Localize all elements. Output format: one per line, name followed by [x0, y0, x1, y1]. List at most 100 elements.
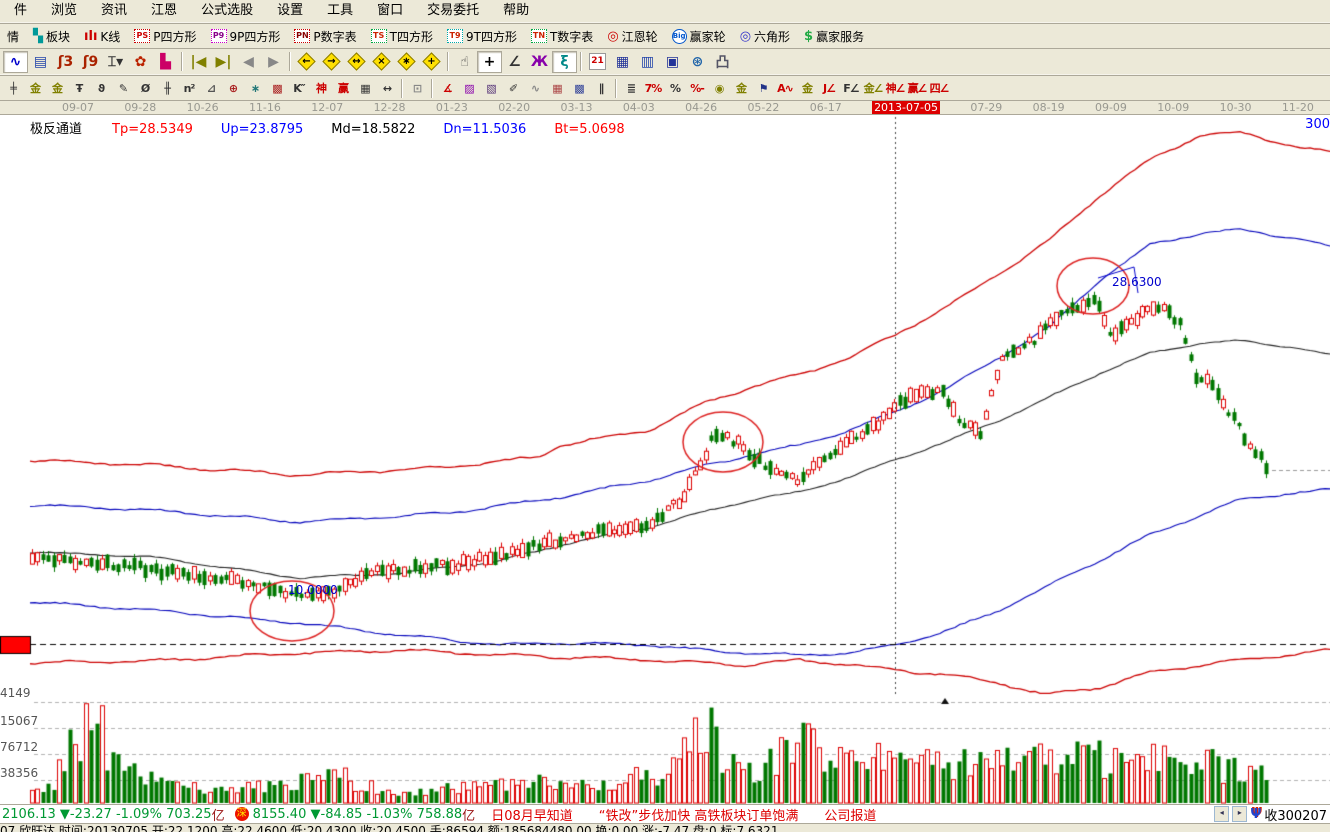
- f-angle-icon[interactable]: F∠: [840, 78, 862, 98]
- tally-icon[interactable]: ╫: [156, 78, 178, 98]
- pct-line-icon[interactable]: %-: [686, 78, 708, 98]
- flag-pen-icon[interactable]: ⚑: [752, 78, 774, 98]
- menu-item[interactable]: 设置: [265, 0, 315, 22]
- menu-item[interactable]: 浏览: [39, 0, 89, 22]
- t-square-button[interactable]: TST四方形: [364, 25, 440, 47]
- ying-icon[interactable]: 赢: [332, 78, 354, 98]
- date-tick[interactable]: 09-09: [1095, 101, 1127, 114]
- ticker-prev-button[interactable]: ◂: [1214, 806, 1229, 822]
- ticker-next-button[interactable]: ▸: [1232, 806, 1247, 822]
- date-tick[interactable]: 10-30: [1220, 101, 1252, 114]
- span-arrow-icon[interactable]: ↔: [376, 78, 398, 98]
- hand-tool-icon[interactable]: ☝: [452, 51, 477, 73]
- menu-item[interactable]: 工具: [315, 0, 365, 22]
- ruler-icon[interactable]: ≣: [620, 78, 642, 98]
- price-chart[interactable]: [0, 115, 1330, 804]
- p-square-button[interactable]: PSP四方形: [127, 25, 203, 47]
- grid-corner-icon[interactable]: ▩: [568, 78, 590, 98]
- si-angle-icon[interactable]: 四∠: [928, 78, 950, 98]
- date-tick[interactable]: 07-29: [970, 101, 1002, 114]
- pct7-icon[interactable]: 7%: [642, 78, 664, 98]
- t-table-button[interactable]: TNT数字表: [524, 25, 600, 47]
- candle-type-icon[interactable]: ⌶▾: [103, 51, 128, 73]
- calendar-icon[interactable]: 21: [585, 51, 610, 73]
- next-page-icon[interactable]: ▶: [261, 51, 286, 73]
- axis-shift-icon[interactable]: ╪: [2, 78, 24, 98]
- gann-flower-icon[interactable]: Ж: [527, 51, 552, 73]
- first-page-icon[interactable]: |◀: [186, 51, 211, 73]
- p-table-button[interactable]: PNP数字表: [287, 25, 363, 47]
- gold-line-icon[interactable]: 金: [730, 78, 752, 98]
- date-tick[interactable]: 10-09: [1157, 101, 1189, 114]
- trend-pen-icon[interactable]: ✐: [502, 78, 524, 98]
- 9p-square-button[interactable]: P99P四方形: [204, 25, 288, 47]
- date-tick[interactable]: 03-13: [561, 101, 593, 114]
- scribble-icon[interactable]: ξ: [552, 51, 577, 73]
- j-angle-icon[interactable]: J∠: [818, 78, 840, 98]
- date-tick[interactable]: 09-28: [124, 101, 156, 114]
- diamond-left-icon[interactable]: ←: [294, 51, 319, 73]
- gold-angle-icon[interactable]: 金∠: [862, 78, 884, 98]
- date-tick[interactable]: 04-03: [623, 101, 655, 114]
- grid-dot-icon[interactable]: ▦: [546, 78, 568, 98]
- hexagon-button[interactable]: ◎六角形: [733, 25, 797, 47]
- shen-icon[interactable]: 神: [310, 78, 332, 98]
- calculator-icon[interactable]: ▦: [610, 51, 635, 73]
- fan-lines-icon[interactable]: ∡: [436, 78, 458, 98]
- gold-circle-icon[interactable]: ◉: [708, 78, 730, 98]
- world-clock-icon[interactable]: ⊛: [685, 51, 710, 73]
- date-tick[interactable]: 10-26: [187, 101, 219, 114]
- menu-item[interactable]: 交易委托: [415, 0, 491, 22]
- grid123-icon[interactable]: ▦: [354, 78, 376, 98]
- parallel-lines-icon[interactable]: ∥: [590, 78, 612, 98]
- diamond-expand-icon[interactable]: +: [419, 51, 444, 73]
- star-web-icon[interactable]: ∗: [244, 78, 266, 98]
- menu-item[interactable]: 件: [2, 0, 39, 22]
- pen-icon[interactable]: ✎: [112, 78, 134, 98]
- date-tick[interactable]: 02-20: [498, 101, 530, 114]
- 9t-square-button[interactable]: T99T四方形: [440, 25, 524, 47]
- sector-button[interactable]: ▚板块: [26, 25, 77, 47]
- menu-item[interactable]: 资讯: [89, 0, 139, 22]
- box-fan-icon[interactable]: ▨: [458, 78, 480, 98]
- menu-item[interactable]: 帮助: [491, 0, 541, 22]
- date-tick[interactable]: 04-26: [685, 101, 717, 114]
- crosshair-tool-icon[interactable]: +: [477, 51, 502, 73]
- date-tick[interactable]: 06-17: [810, 101, 842, 114]
- kline-button[interactable]: ılıK线: [77, 25, 127, 47]
- pattern-icon[interactable]: ✿: [128, 51, 153, 73]
- zigzag-icon[interactable]: ∿: [524, 78, 546, 98]
- wave-a-icon[interactable]: A∿: [774, 78, 796, 98]
- last-page-icon[interactable]: ▶|: [211, 51, 236, 73]
- fib-f-icon[interactable]: Ŧ: [68, 78, 90, 98]
- diamond-right-icon[interactable]: →: [319, 51, 344, 73]
- wave3-icon[interactable]: ʃ3: [53, 51, 78, 73]
- info-panel-icon[interactable]: ▤: [28, 51, 53, 73]
- shen-angle-icon[interactable]: 神∠: [884, 78, 906, 98]
- menu-item[interactable]: 江恩: [139, 0, 189, 22]
- date-tick[interactable]: 12-28: [374, 101, 406, 114]
- print-icon[interactable]: 凸: [710, 51, 735, 73]
- cycle-clock-icon[interactable]: Ø: [134, 78, 156, 98]
- winner-service-button[interactable]: $赢家服务: [797, 25, 871, 47]
- date-tick[interactable]: 05-22: [747, 101, 779, 114]
- diamond-star-icon[interactable]: ∗: [394, 51, 419, 73]
- news-ticker[interactable]: 日08月早知道 “铁改”步伐加快 高铁板块订单饱满 公司报道: [491, 805, 876, 824]
- save-icon[interactable]: ▣: [660, 51, 685, 73]
- winner-wheel-button[interactable]: Big赢家轮: [665, 25, 733, 47]
- target-cross-icon[interactable]: ⊕: [222, 78, 244, 98]
- n2-icon[interactable]: n²: [178, 78, 200, 98]
- ying-angle-icon[interactable]: 赢∠: [906, 78, 928, 98]
- notepad-icon[interactable]: ▥: [635, 51, 660, 73]
- wave9-icon[interactable]: ʃ9: [78, 51, 103, 73]
- gann-wheel-button[interactable]: ◎江恩轮: [600, 25, 664, 47]
- angle-tool-icon[interactable]: ∠: [502, 51, 527, 73]
- quote-button[interactable]: 情: [0, 25, 26, 47]
- diamond-hmove-icon[interactable]: ↔: [344, 51, 369, 73]
- date-tick[interactable]: 12-07: [311, 101, 343, 114]
- k2-icon[interactable]: K″: [288, 78, 310, 98]
- gold-grid2-icon[interactable]: 金: [46, 78, 68, 98]
- gold-grid-icon[interactable]: 金: [24, 78, 46, 98]
- menu-item[interactable]: 窗口: [365, 0, 415, 22]
- date-tick[interactable]: 11-16: [249, 101, 281, 114]
